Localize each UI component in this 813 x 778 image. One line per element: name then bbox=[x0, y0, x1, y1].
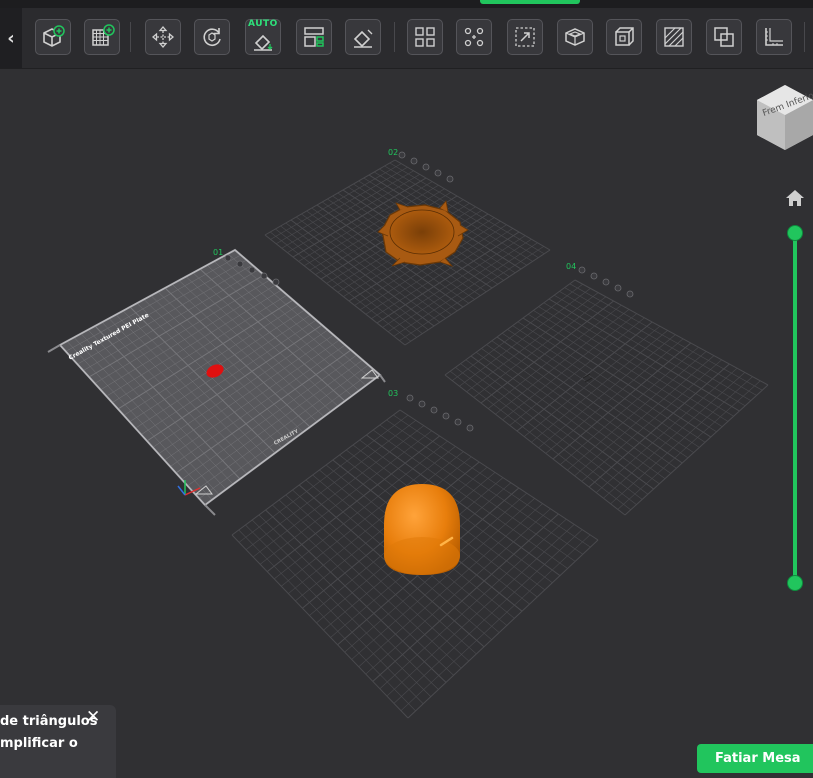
rotate-icon bbox=[203, 28, 221, 46]
view-cube[interactable]: Frem Inferior bbox=[755, 80, 813, 175]
title-strip bbox=[0, 0, 813, 8]
measure-icon bbox=[765, 28, 783, 46]
boolean-icon bbox=[714, 27, 734, 47]
plate-label-03: 03 bbox=[388, 389, 398, 398]
plate-04-mark bbox=[582, 373, 593, 383]
support-button[interactable] bbox=[656, 19, 692, 55]
notice-text-line-1: de triângulos bbox=[0, 714, 98, 729]
hollow-box-icon bbox=[565, 28, 585, 46]
active-tab-indicator bbox=[480, 0, 580, 4]
notice-text-line-2: mplificar o bbox=[0, 736, 78, 751]
collapse-sidebar-button[interactable]: ‹ bbox=[0, 8, 22, 68]
hollow-button[interactable] bbox=[557, 19, 593, 55]
plate-scene: Creality Textured PEI Plate CREALITY 01 … bbox=[47, 148, 769, 719]
layer-slider-top-handle[interactable] bbox=[787, 225, 803, 241]
distribute-icon bbox=[464, 27, 484, 47]
plate-label-01: 01 bbox=[213, 248, 223, 257]
plate-action-dot[interactable] bbox=[406, 394, 414, 402]
notification-toast: de triângulos mplificar o ✕ bbox=[0, 705, 116, 778]
boolean-button[interactable] bbox=[706, 19, 742, 55]
toolbar-separator bbox=[394, 22, 395, 52]
toolbar-separator bbox=[130, 22, 131, 52]
main-toolbar: ‹ AUTO bbox=[0, 8, 813, 69]
3d-viewport[interactable]: Creality Textured PEI Plate CREALITY 01 … bbox=[0, 69, 813, 778]
cut-cube-icon bbox=[615, 27, 634, 46]
move-arrows-icon bbox=[152, 26, 174, 48]
plate-label-04: 04 bbox=[566, 262, 576, 271]
grid-plus-icon bbox=[92, 24, 115, 46]
plate-04[interactable] bbox=[444, 279, 769, 516]
plate-action-dot[interactable] bbox=[446, 175, 454, 183]
plate-action-dot[interactable] bbox=[272, 278, 280, 286]
home-view-icon[interactable] bbox=[784, 188, 806, 208]
model-orange-dome[interactable] bbox=[384, 484, 460, 575]
slice-plate-button[interactable]: Fatiar Mesa bbox=[697, 744, 813, 773]
plate-action-dot[interactable] bbox=[626, 290, 634, 298]
plate-action-dot[interactable] bbox=[466, 424, 474, 432]
lay-on-face-button[interactable] bbox=[345, 19, 381, 55]
auto-orient-icon bbox=[254, 34, 273, 51]
plate-action-dot[interactable] bbox=[454, 418, 462, 426]
plate-action-dot[interactable] bbox=[224, 254, 232, 262]
hatch-icon bbox=[664, 27, 684, 47]
plate-action-dot[interactable] bbox=[422, 163, 430, 171]
arrange-icon bbox=[304, 27, 324, 47]
plate-action-dot[interactable] bbox=[578, 266, 586, 274]
plate-action-dot[interactable] bbox=[590, 272, 598, 280]
plate-action-dot[interactable] bbox=[602, 278, 610, 286]
plate-action-dot[interactable] bbox=[248, 266, 256, 274]
split-button[interactable] bbox=[407, 19, 443, 55]
plate-action-dot[interactable] bbox=[398, 151, 406, 159]
layer-slider-track[interactable] bbox=[793, 233, 797, 583]
measure-button[interactable] bbox=[756, 19, 792, 55]
plate-action-dot[interactable] bbox=[614, 284, 622, 292]
cut-button[interactable] bbox=[606, 19, 642, 55]
add-model-button[interactable] bbox=[35, 19, 71, 55]
split-grid-icon bbox=[415, 27, 435, 47]
plate-action-dot[interactable] bbox=[418, 400, 426, 408]
distribute-button[interactable] bbox=[456, 19, 492, 55]
plate-action-dot[interactable] bbox=[430, 406, 438, 414]
move-button[interactable] bbox=[145, 19, 181, 55]
toolbar-separator bbox=[804, 22, 805, 52]
plate-action-dot[interactable] bbox=[434, 169, 442, 177]
plate-action-dot[interactable] bbox=[260, 272, 268, 280]
lay-flat-icon bbox=[353, 29, 373, 48]
plate-action-dot[interactable] bbox=[442, 412, 450, 420]
cube-plus-icon bbox=[43, 25, 65, 47]
plate-action-dot[interactable] bbox=[236, 260, 244, 268]
layer-slider-bottom-handle[interactable] bbox=[787, 575, 803, 591]
arrange-button[interactable] bbox=[296, 19, 332, 55]
scale-button[interactable] bbox=[507, 19, 543, 55]
slicer-app: ‹ AUTO Creality Textured PEI Plate CREAL… bbox=[0, 0, 813, 778]
close-icon[interactable]: ✕ bbox=[86, 707, 100, 727]
add-plate-button[interactable] bbox=[84, 19, 120, 55]
rotate-button[interactable] bbox=[194, 19, 230, 55]
auto-label: AUTO bbox=[248, 19, 278, 29]
plate-action-dot[interactable] bbox=[410, 157, 418, 165]
auto-orient-button[interactable]: AUTO bbox=[245, 19, 281, 55]
plate-label-02: 02 bbox=[388, 148, 398, 157]
scale-icon bbox=[515, 27, 535, 47]
